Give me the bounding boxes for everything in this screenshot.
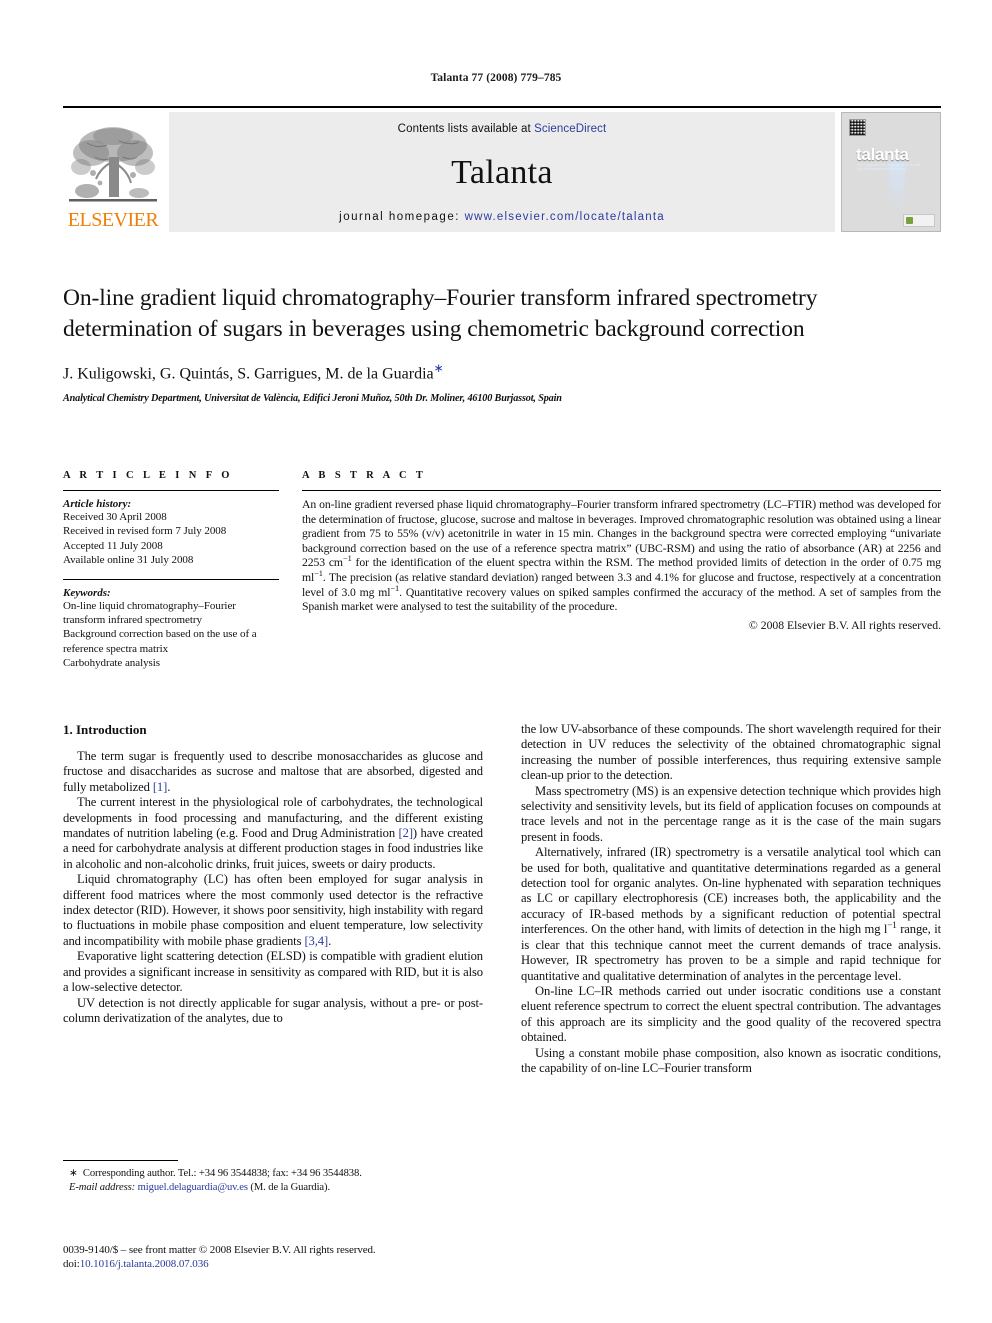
- paragraph: The current interest in the physiologica…: [63, 795, 483, 872]
- abstract-text: An on-line gradient reversed phase liqui…: [302, 498, 941, 615]
- paragraph: Mass spectrometry (MS) is an expensive d…: [521, 784, 941, 846]
- issn-line: 0039-9140/$ – see front matter © 2008 El…: [63, 1244, 376, 1256]
- corresponding-author-footnote: ∗ Corresponding author. Tel.: +34 96 354…: [63, 1167, 483, 1181]
- body-column-right: the low UV-absorbance of these compounds…: [521, 722, 941, 1076]
- journal-homepage-link[interactable]: www.elsevier.com/locate/talanta: [465, 211, 665, 223]
- paragraph-tail: .: [328, 933, 332, 948]
- cover-footer-badge: [903, 214, 935, 227]
- abstract-sup-3: −1: [390, 582, 400, 593]
- cover-title-text: talanta: [856, 145, 909, 164]
- article-history-label: Article history:: [63, 498, 132, 510]
- paragraph-sup: −1: [887, 920, 897, 931]
- doi-label: doi:: [63, 1258, 80, 1270]
- sciencedirect-link[interactable]: ScienceDirect: [534, 123, 606, 135]
- abstract-heading: A B S T R A C T: [302, 470, 427, 481]
- body-column-left: 1. Introduction The term sugar is freque…: [63, 722, 483, 1076]
- section-heading-introduction: 1. Introduction: [63, 722, 147, 737]
- homepage-prefix: journal homepage:: [339, 211, 465, 223]
- paragraph-text: Evaporative light scattering detection (…: [63, 949, 483, 995]
- paragraph: Liquid chromatography (LC) has often bee…: [63, 872, 483, 949]
- title-block: On-line gradient liquid chromatography–F…: [63, 283, 941, 404]
- keyword-item: Background correction based on the use o…: [63, 628, 257, 655]
- article-info-rule: [63, 490, 279, 491]
- keyword-item: On-line liquid chromatography–Fourier tr…: [63, 599, 236, 627]
- paragraph-continuation: the low UV-absorbance of these compounds…: [521, 722, 941, 784]
- abstract-sup-2: −1: [314, 568, 323, 579]
- paragraph-text: Alternatively, infrared (IR) spectrometr…: [521, 845, 941, 937]
- email-label: E-mail address:: [69, 1181, 136, 1193]
- email-owner: (M. de la Guardia).: [250, 1181, 331, 1193]
- running-head: Talanta 77 (2008) 779–785: [430, 72, 562, 84]
- footnote-text: Corresponding author. Tel.: +34 96 35448…: [82, 1168, 362, 1179]
- citation-ref[interactable]: [2]: [399, 826, 413, 840]
- paragraph: UV detection is not directly applicable …: [63, 996, 483, 1027]
- footnote-rule: [63, 1160, 178, 1161]
- paragraph-tail: .: [167, 779, 171, 794]
- journal-masthead: ELSEVIER Contents lists available at Sci…: [63, 106, 941, 232]
- corresponding-author-marker: ∗: [433, 361, 444, 375]
- abstract-column: A B S T R A C T An on-line gradient reve…: [301, 470, 941, 671]
- article-info-heading: A R T I C L E I N F O: [63, 470, 233, 481]
- paragraph-text: UV detection is not directly applicable …: [63, 995, 483, 1025]
- paragraph-text: the low UV-absorbance of these compounds…: [521, 722, 941, 783]
- doi-link[interactable]: 10.1016/j.talanta.2008.07.036: [80, 1258, 209, 1270]
- info-abstract-row: A R T I C L E I N F O Article history: R…: [63, 470, 941, 671]
- footnote-area: ∗ Corresponding author. Tel.: +34 96 354…: [63, 1160, 483, 1194]
- abstract-sup-1: −1: [342, 553, 352, 564]
- issn-copyright-block: 0039-9140/$ – see front matter © 2008 El…: [63, 1243, 523, 1271]
- affiliation: Analytical Chemistry Department, Univers…: [63, 393, 562, 405]
- citation-ref[interactable]: [3,4]: [304, 934, 328, 948]
- article-info-column: A R T I C L E I N F O Article history: R…: [63, 470, 301, 671]
- sciencedirect-panel: Contents lists available at ScienceDirec…: [169, 112, 835, 232]
- paragraph: The term sugar is frequently used to des…: [63, 749, 483, 795]
- paragraph-text: Using a constant mobile phase compositio…: [521, 1045, 941, 1075]
- contents-prefix: Contents lists available at: [397, 123, 535, 135]
- paragraph: Using a constant mobile phase compositio…: [521, 1046, 941, 1077]
- paragraph: On-line LC–IR methods carried out under …: [521, 984, 941, 1046]
- abstract-copyright: © 2008 Elsevier B.V. All rights reserved…: [748, 618, 941, 632]
- footnote-marker: ∗: [69, 1168, 78, 1179]
- keyword-item: Carbohydrate analysis: [63, 657, 161, 670]
- paragraph: Evaporative light scattering detection (…: [63, 949, 483, 995]
- paragraph-text: Liquid chromatography (LC) has often bee…: [63, 872, 483, 948]
- keywords-label: Keywords:: [63, 586, 111, 599]
- paragraph-text: The term sugar is frequently used to des…: [63, 749, 483, 794]
- contents-line: Contents lists available at ScienceDirec…: [398, 123, 607, 135]
- journal-title: Talanta: [451, 154, 553, 191]
- journal-cover-thumbnail: talanta The International Journal of Pur…: [841, 112, 941, 232]
- abstract-rule: [302, 490, 941, 491]
- doi-line: doi:10.1016/j.talanta.2008.07.036: [63, 1257, 523, 1271]
- paragraph-text: On-line LC–IR methods carried out under …: [521, 983, 941, 1045]
- page-title: On-line gradient liquid chromatography–F…: [63, 285, 818, 342]
- journal-article-page: Talanta 77 (2008) 779–785 ELSEVIER Conte…: [0, 0, 992, 1323]
- elsevier-logo: ELSEVIER: [63, 112, 163, 232]
- journal-homepage-line: journal homepage: www.elsevier.com/locat…: [339, 211, 665, 223]
- elsevier-wordmark: ELSEVIER: [67, 209, 159, 231]
- elsevier-tree-icon: [69, 127, 157, 202]
- history-accepted: Accepted 11 July 2008: [63, 539, 163, 552]
- citation-ref[interactable]: [1]: [153, 780, 167, 794]
- history-received: Received 30 April 2008: [63, 511, 167, 523]
- paragraph-text: Mass spectrometry (MS) is an expensive d…: [521, 783, 941, 844]
- email-footnote: E-mail address: miguel.delaguardia@uv.es…: [63, 1181, 483, 1195]
- paragraph: Alternatively, infrared (IR) spectrometr…: [521, 845, 941, 984]
- body-columns: 1. Introduction The term sugar is freque…: [63, 722, 941, 1076]
- email-link[interactable]: miguel.delaguardia@uv.es: [138, 1182, 248, 1193]
- keywords-rule: [63, 578, 279, 580]
- author-names: J. Kuligowski, G. Quintás, S. Garrigues,…: [63, 365, 434, 383]
- cover-subtitle-text: The International Journal of Pure and Ap…: [857, 163, 921, 171]
- author-list: J. Kuligowski, G. Quintás, S. Garrigues,…: [63, 361, 941, 383]
- cover-qr-icon: [849, 119, 866, 136]
- history-available-online: Available online 31 July 2008: [63, 554, 194, 567]
- history-revised: Received in revised form 7 July 2008: [63, 525, 227, 538]
